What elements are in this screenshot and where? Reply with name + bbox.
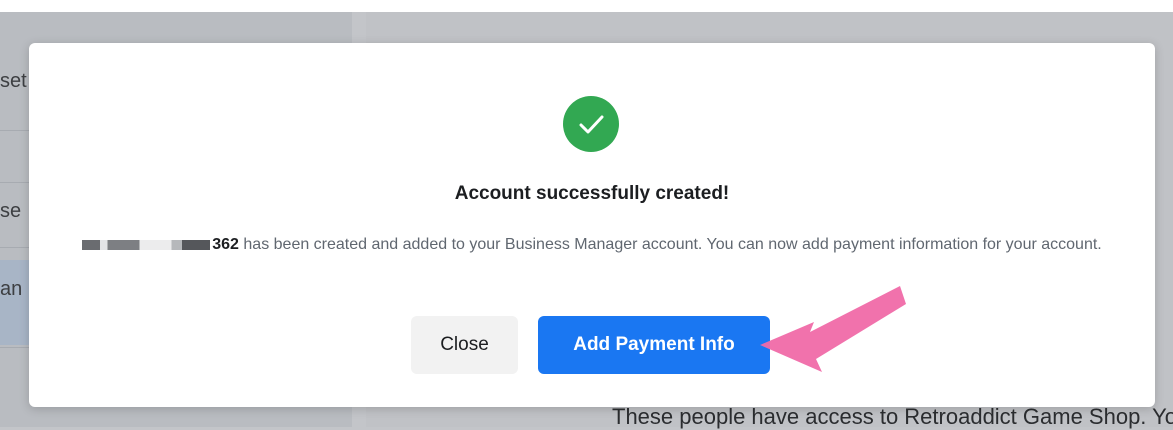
background-peek-text: an bbox=[0, 278, 23, 300]
selected-row-highlight bbox=[0, 260, 30, 345]
top-bar bbox=[0, 0, 1173, 12]
dialog-message-text: has been created and added to your Busin… bbox=[238, 236, 1102, 253]
annotation-arrow-icon bbox=[760, 286, 906, 372]
background-peek-text: set bbox=[0, 70, 27, 92]
background-bottom-text: These people have access to Retroaddict … bbox=[612, 404, 1173, 429]
redacted-account-id bbox=[82, 239, 211, 250]
close-button[interactable]: Close bbox=[411, 316, 518, 374]
dialog-title: Account successfully created! bbox=[454, 183, 730, 204]
dialog-message: 362 has been created and added to your B… bbox=[50, 233, 1134, 257]
background-peek-text: se bbox=[0, 200, 22, 222]
check-circle-icon bbox=[563, 96, 619, 152]
account-id-suffix: 362 bbox=[212, 236, 239, 253]
